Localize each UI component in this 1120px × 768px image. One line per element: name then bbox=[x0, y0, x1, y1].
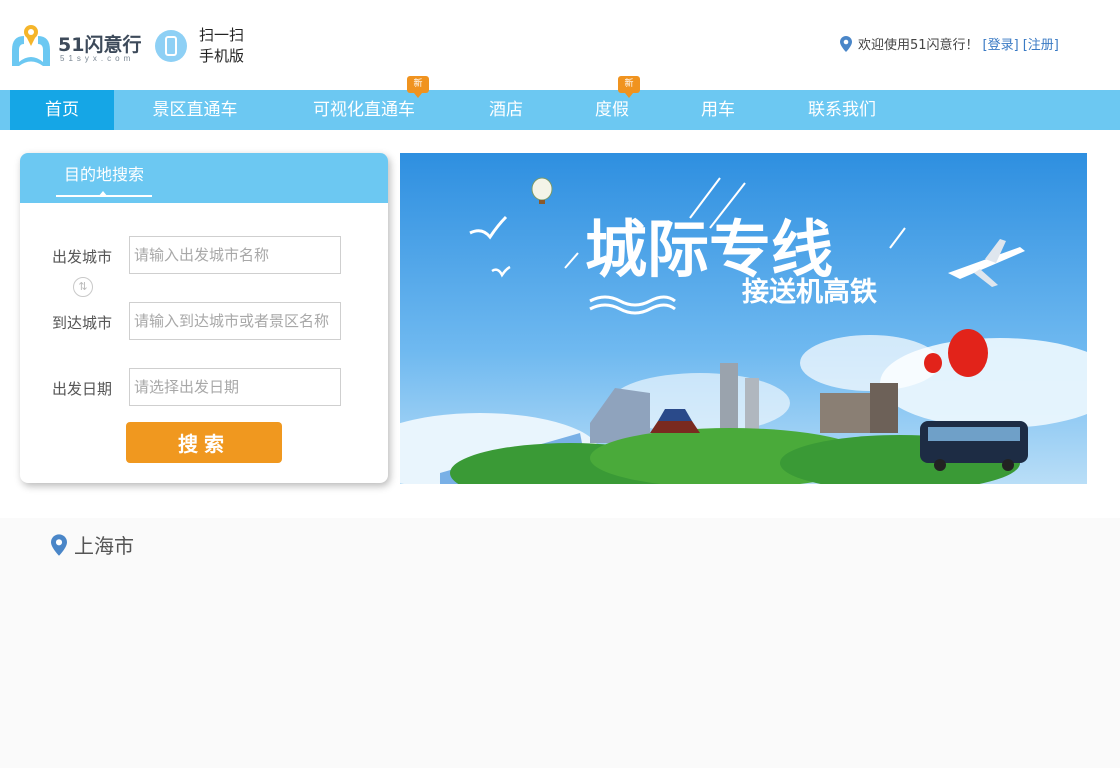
swap-cities-icon[interactable]: ⇅ bbox=[73, 277, 93, 297]
banner-illustration: 城际专线 接送机高铁 bbox=[400, 153, 1087, 484]
banner-subtitle: 接送机高铁 bbox=[742, 276, 877, 308]
logo-subtext: 51syx.com bbox=[60, 54, 135, 63]
nav-item-visual-bus[interactable]: 可视化直通车 新 bbox=[296, 76, 432, 130]
panel-header: 目的地搜索 bbox=[20, 153, 388, 203]
nav-item-vacation[interactable]: 度假 新 bbox=[578, 76, 646, 130]
location-pin-icon bbox=[840, 35, 852, 52]
new-badge: 新 bbox=[618, 76, 640, 98]
depart-city-input[interactable] bbox=[129, 236, 341, 274]
depart-city-label: 出发城市 bbox=[52, 248, 113, 266]
promo-banner[interactable]: 城际专线 接送机高铁 bbox=[400, 153, 1087, 484]
current-city[interactable]: 上海市 bbox=[51, 530, 134, 559]
nav-item-scenic-bus[interactable]: 景区直通车 bbox=[128, 90, 262, 130]
login-link[interactable]: [登录] bbox=[983, 34, 1019, 53]
city-name: 上海市 bbox=[74, 534, 134, 558]
logo-icon[interactable] bbox=[6, 22, 56, 70]
arrive-city-input[interactable] bbox=[129, 302, 341, 340]
search-button[interactable]: 搜索 bbox=[126, 422, 282, 463]
mobile-phone-icon[interactable] bbox=[155, 30, 187, 62]
tab-destination-search[interactable]: 目的地搜索 bbox=[56, 163, 152, 197]
main-nav: 首页 景区直通车 可视化直通车 新 酒店 度假 新 用车 联系我们 bbox=[0, 76, 1120, 130]
nav-item-hotel[interactable]: 酒店 bbox=[472, 90, 540, 130]
nav-item-home[interactable]: 首页 bbox=[10, 90, 114, 130]
scan-line1: 扫一扫 bbox=[199, 26, 245, 44]
new-badge: 新 bbox=[407, 76, 429, 98]
nav-item-contact[interactable]: 联系我们 bbox=[792, 90, 892, 130]
banner-title: 城际专线 bbox=[585, 213, 833, 286]
arrive-city-label: 到达城市 bbox=[52, 314, 113, 332]
nav-item-label: 可视化直通车 bbox=[313, 100, 415, 120]
destination-search-panel: 目的地搜索 出发城市 ⇅ 到达城市 出发日期 搜索 bbox=[20, 153, 388, 483]
scan-mobile-text[interactable]: 扫一扫 手机版 bbox=[199, 25, 244, 67]
logo-text[interactable]: 51闪意行 bbox=[58, 30, 141, 57]
depart-date-label: 出发日期 bbox=[52, 380, 113, 398]
welcome-bar: 欢迎使用51闪意行！ [登录] [注册] bbox=[840, 34, 1059, 53]
nav-item-label: 度假 bbox=[595, 100, 629, 120]
top-header: 51闪意行 51syx.com 扫一扫 手机版 欢迎使用51闪意行！ [登录] … bbox=[0, 0, 1120, 90]
nav-item-car[interactable]: 用车 bbox=[684, 90, 752, 130]
register-link[interactable]: [注册] bbox=[1023, 34, 1059, 53]
scan-line2: 手机版 bbox=[199, 47, 245, 65]
welcome-text: 欢迎使用51闪意行！ bbox=[858, 38, 979, 53]
location-pin-icon bbox=[51, 533, 67, 556]
depart-date-input[interactable] bbox=[129, 368, 341, 406]
